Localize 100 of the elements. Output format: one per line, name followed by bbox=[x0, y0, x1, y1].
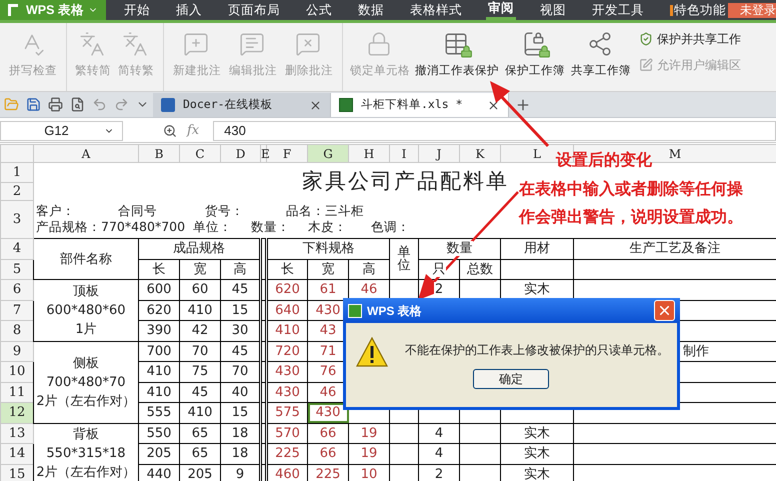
header-cell: 用材 bbox=[500, 238, 574, 259]
header-cell: 数量 bbox=[418, 238, 500, 259]
table-cell: 75 bbox=[180, 362, 220, 382]
table-cell: 555 bbox=[138, 402, 180, 423]
table-cell: 600 bbox=[138, 280, 180, 300]
app-menu-button[interactable]: WPS 表格 bbox=[0, 0, 106, 20]
close-button[interactable] bbox=[654, 300, 675, 321]
ribbon-small-button[interactable]: 保护并共享工作 bbox=[639, 29, 741, 49]
row-header[interactable]: 10 bbox=[0, 362, 34, 382]
document-tab[interactable]: Docer-在线模板 bbox=[153, 93, 331, 117]
table-cell: 720 bbox=[266, 341, 308, 362]
grid-lock-icon bbox=[443, 31, 471, 57]
header-cell: 生产工艺及备注 bbox=[574, 238, 776, 259]
marker-bar-icon bbox=[670, 4, 673, 16]
table-cell: 18 bbox=[220, 444, 260, 464]
table-cell: 15 bbox=[220, 402, 260, 423]
function-label: fx bbox=[187, 122, 200, 140]
row-header[interactable]: 2 bbox=[0, 182, 34, 200]
redo-icon bbox=[114, 97, 129, 112]
info-label: 货号： bbox=[205, 203, 245, 220]
column-header[interactable]: B bbox=[138, 144, 180, 162]
row-header[interactable]: 12 bbox=[0, 402, 34, 423]
row-header[interactable]: 6 bbox=[0, 280, 34, 300]
info-label: 数量： bbox=[251, 219, 291, 236]
row-header[interactable]: 4 bbox=[0, 238, 34, 259]
table-cell: 65 bbox=[180, 423, 220, 444]
menu-tab[interactable]: 表格样式 bbox=[408, 0, 464, 20]
part-label: 700*480*70 bbox=[45, 374, 127, 392]
name-box[interactable]: G12 bbox=[0, 120, 123, 140]
table-cell: 550 bbox=[138, 423, 180, 444]
table-cell: 410 bbox=[138, 362, 180, 382]
table-cell: 45 bbox=[220, 341, 260, 362]
ribbon-button[interactable]: 保护工作簿 bbox=[503, 23, 567, 91]
tab-label: 斗柜下料单.xls * bbox=[361, 96, 463, 114]
annotation-text: 在表格中输入或者删除等任何操 bbox=[519, 180, 743, 200]
menu-tab[interactable]: 开始 bbox=[122, 0, 152, 20]
table-cell: 18 bbox=[220, 423, 260, 444]
formula-field[interactable]: 430 bbox=[213, 120, 776, 140]
info-label: 合同号 bbox=[118, 203, 158, 220]
table-cell: 19 bbox=[348, 423, 390, 444]
table-cell: 570 bbox=[266, 423, 308, 444]
row-header[interactable]: 14 bbox=[0, 444, 34, 464]
table-cell: 225 bbox=[266, 444, 308, 464]
row-header[interactable]: 9 bbox=[0, 341, 34, 362]
sheet-title: 家具公司产品配料单 bbox=[302, 169, 509, 193]
table-cell: 4 bbox=[418, 423, 460, 444]
column-header[interactable]: E bbox=[260, 144, 266, 162]
close-icon bbox=[309, 98, 322, 112]
table-cell: 390 bbox=[138, 320, 180, 341]
table-cell: 实木 bbox=[500, 444, 574, 464]
header-cell: 长 bbox=[266, 259, 308, 280]
menu-tab[interactable]: 视图 bbox=[538, 0, 568, 20]
document-tab[interactable]: 斗柜下料单.xls * bbox=[331, 93, 509, 117]
table-cell: 42 bbox=[180, 320, 220, 341]
table-cell: 61 bbox=[308, 280, 348, 300]
table-cell: 65 bbox=[180, 444, 220, 464]
menu-tab[interactable]: 公式 bbox=[304, 0, 334, 20]
info-label: 木皮： bbox=[308, 219, 348, 236]
part-label: 2片（左右作对） bbox=[35, 464, 137, 481]
table-cell: 700 bbox=[138, 341, 180, 362]
column-header[interactable]: I bbox=[390, 144, 418, 162]
header-cell: 总数 bbox=[460, 259, 500, 280]
row-header[interactable]: 5 bbox=[0, 259, 34, 280]
menu-tab[interactable]: 页面布局 bbox=[226, 0, 282, 20]
info-label: 单位： bbox=[193, 219, 233, 236]
menu-tab[interactable]: 插入 bbox=[174, 0, 204, 20]
row-header[interactable]: 15 bbox=[0, 464, 34, 481]
column-header[interactable]: H bbox=[348, 144, 390, 162]
row-header[interactable]: 13 bbox=[0, 423, 34, 444]
row-header[interactable]: 1 bbox=[0, 162, 34, 182]
row-header[interactable]: 3 bbox=[0, 200, 34, 238]
row-header[interactable]: 8 bbox=[0, 320, 34, 341]
column-header[interactable]: G bbox=[308, 144, 348, 162]
row-header[interactable]: 11 bbox=[0, 382, 34, 402]
info-label: 客户： bbox=[36, 203, 76, 220]
ok-button[interactable]: 确定 bbox=[473, 369, 549, 389]
menu-tab[interactable]: 数据 bbox=[356, 0, 386, 20]
row-header[interactable]: 7 bbox=[0, 300, 34, 320]
dialog-title: WPS 表格 bbox=[367, 302, 422, 320]
warning-icon bbox=[356, 337, 388, 367]
info-label: 产品规格：770*480*700 bbox=[36, 219, 186, 236]
undo-icon bbox=[92, 97, 107, 112]
menu-tab[interactable]: 开发工具 bbox=[590, 0, 646, 20]
table-cell: 620 bbox=[266, 280, 308, 300]
column-header[interactable]: D bbox=[220, 144, 260, 162]
column-header[interactable]: C bbox=[180, 144, 220, 162]
part-label: 1片 bbox=[74, 320, 98, 339]
table-cell: 640 bbox=[266, 300, 308, 320]
header-cell: 宽 bbox=[308, 259, 348, 280]
tab-label: Docer-在线模板 bbox=[183, 96, 273, 114]
column-header[interactable]: J bbox=[418, 144, 460, 162]
print-preview-icon bbox=[70, 97, 85, 112]
part-label: 550*315*18 bbox=[45, 445, 127, 464]
column-header[interactable]: K bbox=[460, 144, 500, 162]
table-cell: 45 bbox=[220, 280, 260, 300]
ribbon-button[interactable]: 共享工作簿 bbox=[569, 23, 633, 91]
ribbon-button[interactable]: 撤消工作表保护 bbox=[413, 23, 501, 91]
table-cell: 430 bbox=[308, 402, 348, 423]
column-header[interactable]: A bbox=[34, 144, 138, 162]
menu-tab[interactable]: 特色功能 bbox=[668, 0, 728, 20]
